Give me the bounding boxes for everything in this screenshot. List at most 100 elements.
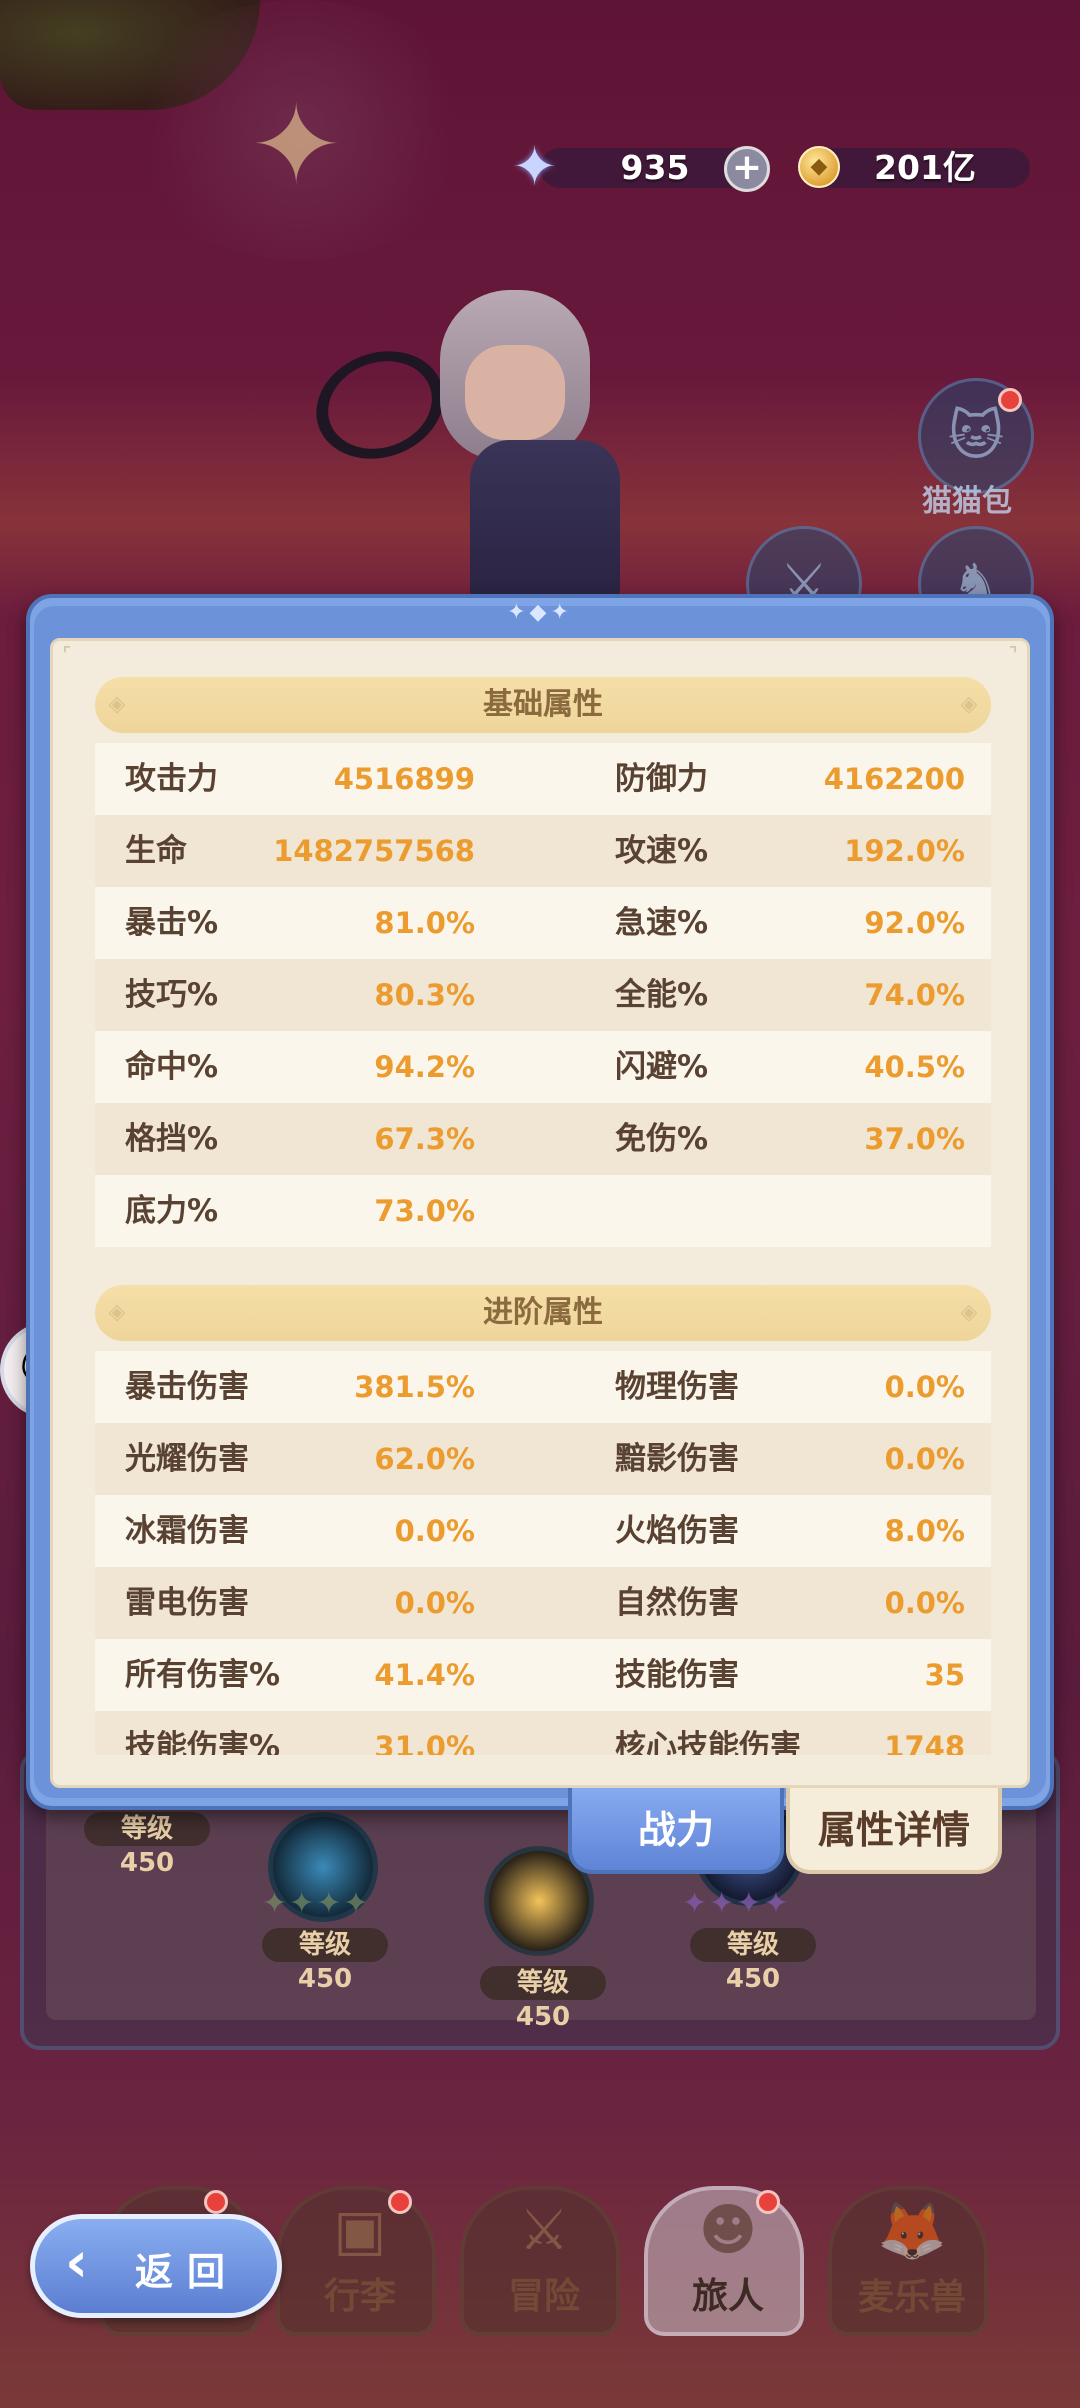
star-gem-icon: ✦	[512, 135, 558, 198]
attribute-label: 底力%	[125, 1193, 219, 1229]
back-button[interactable]: ‹ 返回	[30, 2214, 282, 2318]
notification-dot	[204, 2190, 228, 2214]
attribute-value: 0.0%	[394, 1586, 475, 1620]
basic-attributes-title: 基础属性	[483, 687, 603, 722]
attribute-value: 41.4%	[374, 1658, 475, 1692]
attribute-value: 37.0%	[864, 1122, 965, 1156]
attribute-row: 技能伤害% 31.0% 核心技能伤害 1748	[95, 1711, 991, 1755]
attribute-label: 全能%	[615, 977, 709, 1013]
attribute-value: 73.0%	[374, 1194, 475, 1228]
nav-label-adventure: 冒险	[507, 2276, 580, 2317]
attribute-value: 80.3%	[374, 978, 475, 1012]
panel-top-ornament-icon: ✦◆✦	[507, 600, 573, 625]
attribute-label: 攻速%	[615, 833, 709, 869]
attribute-label: 暴击伤害	[125, 1369, 249, 1405]
nav-label-luggage: 行李	[323, 2276, 396, 2317]
attribute-label: 技巧%	[125, 977, 219, 1013]
attribute-value: 74.0%	[864, 978, 965, 1012]
attribute-value: 0.0%	[394, 1514, 475, 1548]
attribute-label: 生命	[125, 833, 187, 869]
attribute-value: 4162200	[823, 762, 965, 796]
advanced-attributes-title: 进阶属性	[483, 1295, 603, 1330]
attributes-panel: ⌜ ⌝ ◈ 基础属性 ◈ 攻击力 4516899 防御力 4162200 生命 …	[50, 638, 1030, 1788]
nav-tab-pet[interactable]: 🦊 麦乐兽	[828, 2186, 988, 2336]
attribute-row: 冰霜伤害 0.0% 火焰伤害 8.0%	[95, 1495, 991, 1567]
attribute-value: 0.0%	[884, 1586, 965, 1620]
skill-level-tag: 等级450	[262, 1928, 388, 1994]
attribute-value: 94.2%	[374, 1050, 475, 1084]
attribute-label: 自然伤害	[615, 1585, 739, 1621]
notification-dot	[998, 388, 1022, 412]
nav-tab-luggage[interactable]: ▣ 行李	[276, 2186, 436, 2336]
attribute-value: 1482757568	[273, 834, 475, 868]
attribute-row: 格挡% 67.3% 免伤% 37.0%	[95, 1103, 991, 1175]
attribute-value: 81.0%	[374, 906, 475, 940]
corner-ornament-icon: ⌝	[1008, 644, 1018, 665]
attribute-label: 物理伤害	[615, 1369, 739, 1405]
attribute-value: 62.0%	[374, 1442, 475, 1476]
tab-attribute-details[interactable]: 属性详情	[786, 1788, 1002, 1874]
attribute-value: 0.0%	[884, 1442, 965, 1476]
attribute-label: 技能伤害	[615, 1657, 739, 1693]
notification-dot	[756, 2190, 780, 2214]
notification-dot	[388, 2190, 412, 2214]
nav-tab-adventure[interactable]: ⚔ 冒险	[460, 2186, 620, 2336]
nav-label-traveler: 旅人	[691, 2276, 764, 2317]
attribute-row: 暴击% 81.0% 急速% 92.0%	[95, 887, 991, 959]
gold-amount: 201亿	[874, 148, 976, 187]
attribute-row: 技巧% 80.3% 全能% 74.0%	[95, 959, 991, 1031]
attribute-row: 生命 1482757568 攻速% 192.0%	[95, 815, 991, 887]
skill-level-tag: 等级450	[480, 1966, 606, 2032]
attribute-label: 免伤%	[615, 1121, 709, 1157]
attribute-row: 光耀伤害 62.0% 黯影伤害 0.0%	[95, 1423, 991, 1495]
attribute-label: 黯影伤害	[615, 1441, 739, 1477]
attribute-label: 冰霜伤害	[125, 1513, 249, 1549]
traveler-portrait-icon: ☻	[698, 2198, 758, 2263]
attribute-value: 192.0%	[844, 834, 965, 868]
attribute-value: 4516899	[333, 762, 475, 796]
attribute-label: 光耀伤害	[125, 1441, 249, 1477]
attribute-value: 92.0%	[864, 906, 965, 940]
diamond-ornament-icon: ◈	[960, 692, 978, 717]
gold-coin-icon: ◆	[798, 146, 840, 188]
attribute-value: 40.5%	[864, 1050, 965, 1084]
attribute-label: 闪避%	[615, 1049, 709, 1085]
character-avatar	[301, 270, 690, 600]
attribute-label: 急速%	[615, 905, 709, 941]
attribute-label: 格挡%	[125, 1121, 219, 1157]
skill-level-tag: 等级450	[84, 1812, 210, 1878]
attribute-value: 0.0%	[884, 1370, 965, 1404]
corner-ornament-icon: ⌜	[62, 644, 72, 665]
attribute-row: 所有伤害% 41.4% 技能伤害 35	[95, 1639, 991, 1711]
advanced-attributes-header: ◈ 进阶属性 ◈	[95, 1285, 991, 1341]
attribute-row: 暴击伤害 381.5% 物理伤害 0.0%	[95, 1351, 991, 1423]
nav-label-pet: 麦乐兽	[857, 2277, 966, 2318]
attribute-value: 31.0%	[374, 1730, 475, 1755]
fox-pet-icon: 🦊	[877, 2199, 947, 2264]
nav-tab-traveler[interactable]: ☻ 旅人	[644, 2186, 804, 2336]
cat-bag-label: 猫猫包	[922, 484, 1012, 519]
attribute-label: 防御力	[615, 761, 708, 797]
tab-combat-power[interactable]: 战力	[568, 1788, 784, 1874]
back-button-label: 返回	[135, 2250, 240, 2294]
attribute-value: 35	[924, 1658, 965, 1692]
attribute-label: 雷电伤害	[125, 1585, 249, 1621]
attribute-label: 火焰伤害	[615, 1513, 739, 1549]
attribute-row: 攻击力 4516899 防御力 4162200	[95, 743, 991, 815]
skill-stars: ✦✦✦✦	[682, 1886, 791, 1921]
basic-attributes-header: ◈ 基础属性 ◈	[95, 677, 991, 733]
diamond-ornament-icon: ◈	[960, 1300, 978, 1325]
chest-icon: ▣	[333, 2198, 387, 2263]
character-body	[470, 440, 620, 600]
gem-amount: 935	[620, 148, 690, 187]
attribute-value: 67.3%	[374, 1122, 475, 1156]
sparkle-icon: ✦	[250, 81, 343, 209]
attribute-value: 8.0%	[884, 1514, 965, 1548]
add-gems-button[interactable]: +	[724, 146, 770, 192]
attribute-row: 命中% 94.2% 闪避% 40.5%	[95, 1031, 991, 1103]
skill-stars: ✦✦✦✦	[262, 1886, 371, 1921]
attribute-label: 暴击%	[125, 905, 219, 941]
attribute-value: 381.5%	[354, 1370, 475, 1404]
character-face	[465, 345, 565, 440]
skill-level-tag: 等级450	[690, 1928, 816, 1994]
